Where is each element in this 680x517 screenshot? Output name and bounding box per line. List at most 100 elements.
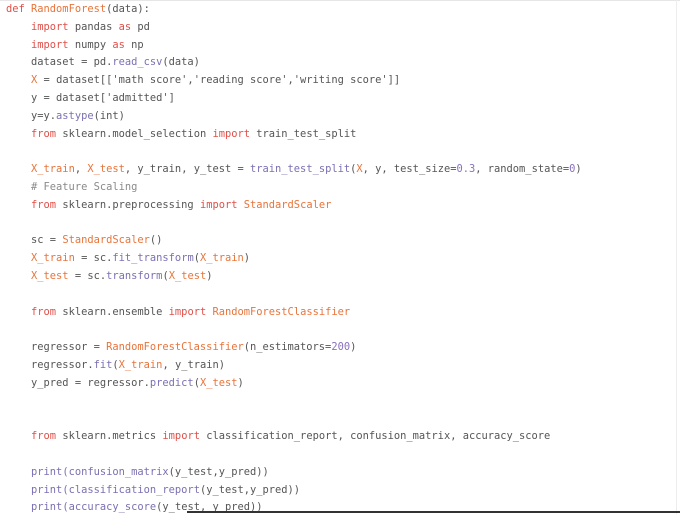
code-line: from sklearn.preprocessing import Standa…: [6, 197, 582, 215]
code-line: dataset = pd.read_csv(data): [6, 54, 582, 72]
code-token-tx: , y_train, y_test =: [124, 163, 251, 176]
code-token-kw: import: [31, 20, 69, 33]
code-token-id: X_train: [31, 252, 75, 265]
code-token-tx: = sc.: [68, 269, 107, 282]
code-line: X_train = sc.fit_transform(X_train): [6, 250, 582, 268]
code-token-tx: regressor.: [6, 358, 94, 371]
code-token-kw: from: [31, 127, 57, 140]
code-token-kw: import: [199, 198, 238, 211]
code-token-tx: [6, 306, 31, 318]
code-token-tx: ,: [74, 163, 88, 176]
code-line: X_train, X_test, y_train, y_test = train…: [6, 161, 582, 179]
code-token-tx: y = dataset['admitted']: [6, 91, 175, 104]
code-token-tx: (): [149, 234, 163, 247]
code-line: import pandas as pd: [6, 19, 582, 37]
code-token-tx: (int): [93, 109, 125, 122]
code-token-tx: y=y.: [6, 109, 57, 122]
code-token-num: 0.3: [456, 163, 476, 176]
code-line: regressor = RandomForestClassifier(n_est…: [6, 339, 582, 357]
code-token-tx: = sc.: [74, 252, 113, 265]
code-token-tx: pd: [131, 20, 150, 33]
code-token-id: X_train: [118, 358, 163, 371]
code-token-tx: y_pred = regressor.: [6, 376, 150, 389]
code-line: y = dataset['admitted']: [6, 90, 582, 108]
code-token-tx: [6, 21, 31, 33]
code-token-fn: accuracy_score: [68, 501, 157, 514]
code-token-tx: [6, 199, 31, 211]
code-token-kw: as: [112, 38, 125, 51]
code-token-tx: dataset = pd.: [6, 56, 113, 69]
code-token-tx: [6, 163, 31, 175]
code-token-tx: ): [350, 341, 357, 354]
code-token-fn: transform: [106, 269, 163, 282]
code-token-tx: , y, test_size=: [362, 163, 457, 176]
code-token-id: StandardScaler: [62, 234, 150, 247]
code-token-tx: sklearn.preprocessing: [56, 198, 200, 211]
code-line: def RandomForest(data):: [6, 1, 582, 19]
code-token-tx: regressor =: [6, 341, 107, 354]
code-token-fn: predict: [149, 376, 194, 389]
code-line: y_pred = regressor.predict(X_test): [6, 375, 582, 393]
code-token-tx: sklearn.metrics: [56, 430, 163, 443]
code-token-tx: sc =: [6, 234, 63, 247]
code-line: from sklearn.ensemble import RandomFores…: [6, 304, 582, 322]
code-token-tx: [6, 501, 31, 513]
code-token-fn: confusion_matrix: [68, 465, 169, 478]
code-token-tx: ): [206, 269, 213, 282]
code-line: from sklearn.metrics import classificati…: [6, 428, 582, 446]
code-token-kw: from: [31, 430, 57, 443]
code-token-fn: fit_transform: [112, 252, 194, 265]
code-token-tx: [6, 39, 31, 51]
code-token-id: X_train: [31, 163, 75, 176]
code-token-tx: [6, 74, 31, 86]
code-token-tx: ): [237, 376, 244, 389]
code-token-kw: import: [31, 38, 69, 51]
code-token-tx: sklearn.model_selection: [56, 127, 213, 140]
code-token-tx: ): [575, 163, 582, 176]
code-token-tx: [6, 252, 31, 264]
code-line: regressor.fit(X_train, y_train): [6, 357, 582, 375]
code-token-kw: from: [31, 198, 57, 211]
code-token-kw: import: [162, 430, 200, 443]
code-line: y=y.astype(int): [6, 108, 582, 126]
code-line: X = dataset[['math score','reading score…: [6, 72, 582, 90]
code-token-cm: # Feature Scaling: [6, 180, 138, 193]
code-token-tx: [6, 484, 31, 496]
code-token-tx: (n_estimators=: [243, 341, 332, 354]
code-token-fn: print: [31, 501, 63, 514]
code-token-tx: ): [243, 252, 251, 265]
code-line: X_test = sc.transform(X_test): [6, 268, 582, 286]
code-token-id: RandomForest: [31, 3, 107, 15]
code-token-tx: , y_train): [162, 358, 225, 371]
code-token-tx: (y_test,y_pred)): [168, 465, 269, 478]
code-token-kw: from: [31, 305, 57, 318]
code-token-tx: np: [124, 38, 144, 51]
code-token-id: RandomForestClassifier: [106, 341, 244, 354]
code-token-tx: train_test_split: [250, 127, 357, 140]
code-line: print(classification_report(y_test,y_pre…: [6, 482, 582, 500]
code-token-tx: = dataset[['math score','reading score',…: [37, 74, 401, 87]
code-token-fn: print: [31, 465, 63, 478]
code-token-id: X_test: [199, 376, 238, 389]
code-token-kw: as: [118, 20, 132, 33]
code-token-tx: pandas: [68, 20, 119, 33]
code-token-id: StandardScaler: [243, 198, 332, 211]
code-token-fn: classification_report: [68, 483, 200, 496]
scrollbar-edge: [676, 0, 677, 514]
code-token-tx: (data):: [106, 3, 150, 15]
code-line: sc = StandardScaler(): [6, 232, 582, 250]
code-token-tx: [6, 270, 31, 282]
code-token-fn: astype: [56, 109, 94, 122]
code-editor[interactable]: def RandomForest(data): import pandas as…: [6, 1, 582, 517]
code-line: from sklearn.model_selection import trai…: [6, 126, 582, 144]
code-token-tx: [6, 466, 31, 478]
code-token-kw: def: [6, 3, 32, 15]
code-line: print(accuracy_score(y_test, y_pred)): [6, 499, 582, 517]
code-token-id: X_test: [31, 269, 69, 282]
